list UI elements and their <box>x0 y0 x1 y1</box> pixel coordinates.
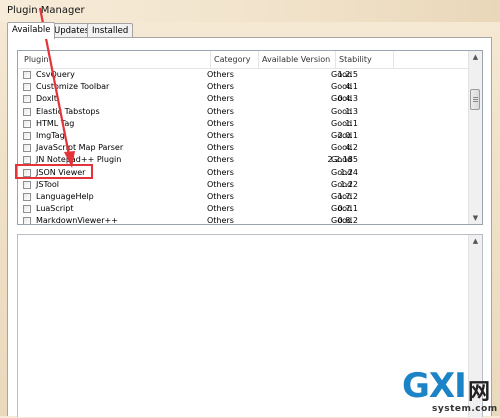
plugin-rows: CsvQuery Others 1.2.5 Good Customize Toolbar… <box>18 69 470 225</box>
plugin-stability: Good <box>331 106 353 116</box>
plugin-stability: Good <box>331 167 353 177</box>
plugin-checkbox[interactable] <box>23 144 31 153</box>
plugin-category: Others <box>207 216 234 225</box>
plugin-name: JSTool <box>36 179 59 189</box>
plugin-category: Others <box>207 118 234 128</box>
plugin-stability: Good <box>331 204 353 214</box>
plugin-category: Others <box>207 167 234 177</box>
plugin-category: Others <box>207 130 234 140</box>
plugin-name: LanguageHelp <box>36 191 94 201</box>
plugin-checkbox[interactable] <box>23 107 31 116</box>
plugin-category: Others <box>207 94 234 104</box>
annotation-highlight-box <box>15 164 93 179</box>
plugin-stability: Good <box>331 191 353 201</box>
plugin-category: Others <box>207 143 234 153</box>
plugin-stability: Good <box>331 143 353 153</box>
plugin-checkbox[interactable] <box>23 95 31 104</box>
plugin-category: Others <box>207 82 234 92</box>
plugin-name: Customize Toolbar <box>36 82 110 92</box>
plugin-name: Elastic Tabstops <box>36 106 100 116</box>
list-item[interactable]: JSTool Others 1.22 Good <box>18 179 470 191</box>
list-header: Plugin Category Available Version Stabil… <box>18 51 470 69</box>
tab-available[interactable]: Available <box>7 22 56 39</box>
list-item[interactable]: CsvQuery Others 1.2.5 Good <box>18 69 470 81</box>
list-item[interactable]: MarkdownViewer++ Others 0.8.2 Good <box>18 215 470 225</box>
window-title: Plugin Manager <box>7 5 85 16</box>
list-item[interactable]: ImgTag Others 2.0.1 Good <box>18 130 470 142</box>
plugin-stability: Good <box>331 82 353 92</box>
plugin-checkbox[interactable] <box>23 71 31 79</box>
column-header-version[interactable]: Available Version <box>259 51 336 68</box>
plugin-stability: Good <box>331 155 353 165</box>
list-item[interactable]: LuaScript Others 0.7.1 Good <box>18 203 470 215</box>
list-item[interactable]: DoxIt Others 0.4.3 Good <box>18 93 470 105</box>
list-item[interactable]: Customize Toolbar Others 4.1 Good <box>18 81 470 93</box>
plugin-name: JavaScript Map Parser <box>36 143 124 153</box>
plugin-checkbox[interactable] <box>23 217 31 224</box>
list-item[interactable]: Elastic Tabstops Others 1.3 Good <box>18 106 470 118</box>
plugin-stability: Good <box>331 94 353 104</box>
watermark-logo-text: GXI <box>402 366 467 406</box>
plugin-category: Others <box>207 191 234 201</box>
watermark-site-text: system.com <box>432 404 498 414</box>
plugin-category: Others <box>207 70 234 79</box>
watermark-chinese-text: 网 <box>468 380 491 405</box>
plugin-checkbox[interactable] <box>23 131 31 140</box>
plugin-checkbox[interactable] <box>23 180 31 189</box>
list-item[interactable]: LanguageHelp Others 1.7.2 Good <box>18 191 470 203</box>
plugin-checkbox[interactable] <box>23 83 31 92</box>
plugin-category: Others <box>207 106 234 116</box>
list-item[interactable]: JavaScript Map Parser Others 4.2 Good <box>18 142 470 154</box>
scroll-up-button[interactable]: ▲ <box>469 51 482 63</box>
column-header-category[interactable]: Category <box>211 51 259 68</box>
plugin-name: CsvQuery <box>36 70 75 79</box>
list-item[interactable]: HTML Tag Others 1.1 Good <box>18 118 470 130</box>
plugin-stability: Good <box>331 179 353 189</box>
plugin-stability: Good <box>331 130 353 140</box>
scroll-thumb[interactable] <box>470 89 480 110</box>
plugin-stability: Good <box>331 118 353 128</box>
column-header-stability[interactable]: Stability <box>336 51 394 68</box>
plugin-checkbox[interactable] <box>23 119 31 128</box>
plugin-list[interactable]: Plugin Category Available Version Stabil… <box>17 50 483 225</box>
plugin-name: DoxIt <box>36 94 58 104</box>
watermark-logo: GXI 网 system.com <box>400 364 500 416</box>
plugin-name: LuaScript <box>36 204 74 214</box>
tab-installed[interactable]: Installed <box>87 23 134 38</box>
plugin-stability: Good <box>331 70 353 79</box>
plugin-category: Others <box>207 155 234 165</box>
plugin-checkbox[interactable] <box>23 205 31 214</box>
plugin-name: HTML Tag <box>36 118 75 128</box>
desc-scroll-up-button[interactable]: ▲ <box>469 235 482 247</box>
plugin-category: Others <box>207 179 234 189</box>
list-scrollbar[interactable]: ▲ ▼ <box>468 51 482 224</box>
plugin-name: MarkdownViewer++ <box>36 216 118 225</box>
tab-panel: Plugin Category Available Version Stabil… <box>7 37 492 418</box>
plugin-name: ImgTag <box>36 130 65 140</box>
column-header-plugin[interactable]: Plugin <box>18 51 211 68</box>
plugin-stability: Good <box>331 216 353 225</box>
plugin-category: Others <box>207 204 234 214</box>
title-bar: Plugin Manager <box>0 0 500 22</box>
tab-strip: Available Updates Installed <box>7 22 207 39</box>
scroll-down-button[interactable]: ▼ <box>469 212 482 224</box>
plugin-checkbox[interactable] <box>23 192 31 201</box>
